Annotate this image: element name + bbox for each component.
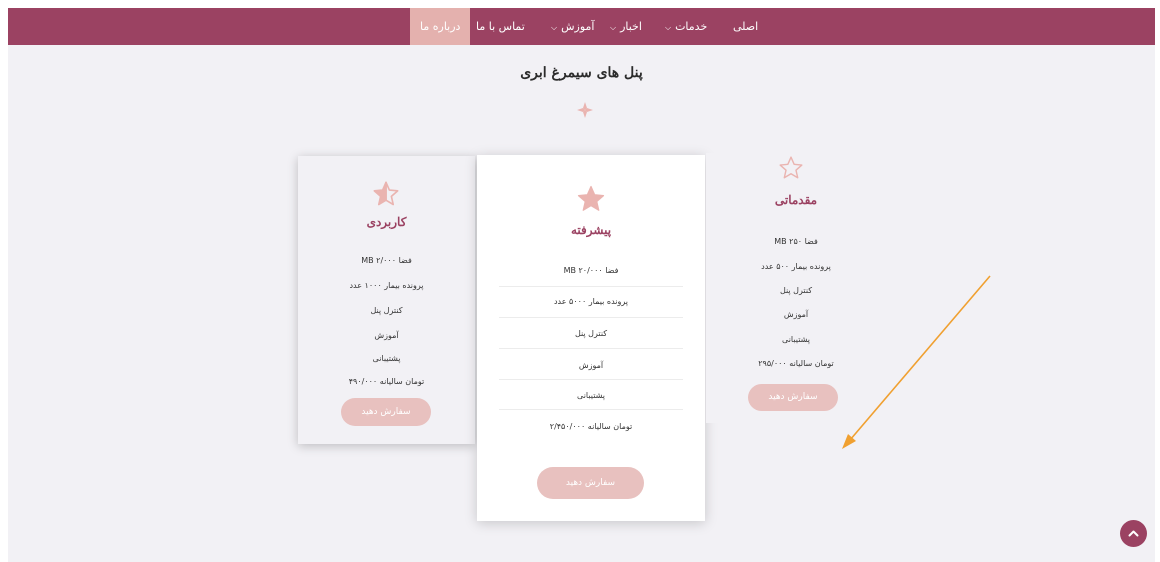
page: اصلی خدمات⌵ اخبار⌵ آموزش⌵ تماس با ما درب… (8, 8, 1155, 562)
chevron-up-icon (1128, 530, 1139, 537)
annotation-arrow (842, 275, 991, 449)
scroll-to-top-button[interactable] (1120, 520, 1147, 547)
